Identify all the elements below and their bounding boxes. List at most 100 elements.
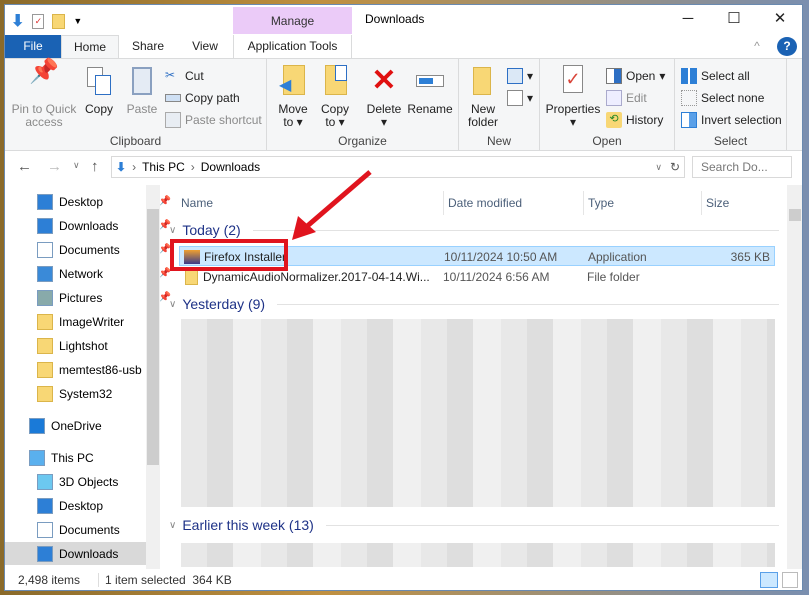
select-all-button[interactable]: Select all xyxy=(681,66,750,86)
nav-item-label: Downloads xyxy=(59,546,119,561)
nav-item-label: Desktop xyxy=(59,498,104,513)
maximize-button[interactable]: ☐ xyxy=(711,5,757,33)
delete-button[interactable]: ✕ Delete ▾ xyxy=(365,65,403,129)
file-row-dynamicaudionormalizer[interactable]: DynamicAudioNormalizer.2017-04-14.Wi... … xyxy=(179,267,775,287)
close-button[interactable]: ✕ xyxy=(757,5,802,33)
history-button[interactable]: ⟲ History xyxy=(606,110,663,130)
nav-item-label: memtest86-usb xyxy=(59,362,142,377)
help-icon[interactable]: ? xyxy=(777,37,797,56)
paste-shortcut-button[interactable]: Paste shortcut xyxy=(165,110,262,130)
nav-item-label: Network xyxy=(59,266,104,281)
clipboard-icon xyxy=(126,65,158,97)
properties-check-icon: ✓ xyxy=(557,65,589,97)
column-header-date[interactable]: Date modified xyxy=(443,191,522,215)
downloads-icon xyxy=(37,217,53,234)
select-none-button[interactable]: Select none xyxy=(681,88,764,108)
file-list: Name Date modified Type Size ∨ Today (2) … xyxy=(165,185,787,569)
group-header-yesterday[interactable]: ∨ Yesterday (9) xyxy=(169,296,779,312)
breadcrumb-downloads[interactable]: Downloads xyxy=(201,160,260,174)
nav-item-label: OneDrive xyxy=(51,418,102,433)
pin-to-quick-access-button[interactable]: 📌 Pin to Quick access xyxy=(9,58,79,129)
customize-dropdown-icon[interactable]: ▼ xyxy=(73,16,82,26)
new-item-button[interactable]: ▾ xyxy=(507,66,533,86)
properties-icon[interactable]: ✓ xyxy=(32,13,45,29)
details-view-icon[interactable] xyxy=(760,572,778,588)
paste-button[interactable]: Paste xyxy=(123,65,161,116)
address-dropdown-icon[interactable]: ∨ xyxy=(655,162,662,173)
easy-access-button[interactable]: ▾ xyxy=(507,88,533,108)
network-icon xyxy=(37,265,53,282)
nav-item-downloads[interactable]: Downloads xyxy=(5,542,146,565)
invert-selection-button[interactable]: Invert selection xyxy=(681,110,782,130)
cut-button[interactable]: ✂ Cut xyxy=(165,66,204,86)
breadcrumb-this-pc[interactable]: This PC xyxy=(142,160,185,174)
desktop-icon xyxy=(37,497,53,514)
easy-access-icon xyxy=(507,90,523,106)
open-button[interactable]: Open ▾ xyxy=(606,66,665,86)
item-count: 2,498 items xyxy=(18,573,81,587)
select-group: Select all Select none Invert selection … xyxy=(675,59,787,151)
new-group: New folder ▾ ▾ New xyxy=(459,59,540,151)
edit-icon xyxy=(606,90,622,106)
file-list-scrollbar[interactable] xyxy=(787,185,802,569)
desktop-icon xyxy=(37,193,53,210)
select-none-icon xyxy=(681,90,697,106)
selection-info: 1 item selected 364 KB xyxy=(98,573,232,587)
column-header-type[interactable]: Type xyxy=(583,191,614,215)
open-group: ✓ Properties ▾ Open ▾ Edit ⟲ History Open xyxy=(540,59,675,151)
pin-icon: 📌 xyxy=(29,58,59,85)
nav-item-label: This PC xyxy=(51,450,94,465)
paste-shortcut-icon xyxy=(165,112,181,128)
collapse-ribbon-icon[interactable]: ^ xyxy=(747,35,767,58)
navigation-pane: Desktop 📌 Downloads 📌 Documents 📌 Network 📌 Pict… xyxy=(5,185,171,569)
this-pc-icon xyxy=(29,449,45,466)
manage-tab[interactable]: Manage xyxy=(233,7,352,34)
address-bar[interactable]: ⬇ › This PC › Downloads ∨ ↻ xyxy=(111,156,685,178)
copy-folder-icon xyxy=(319,65,351,97)
new-folder-icon[interactable] xyxy=(52,13,66,29)
downloads-arrow-icon[interactable]: ⬇ xyxy=(11,11,24,31)
folder-icon xyxy=(467,65,499,97)
quick-access-toolbar: ⬇ ✓ ▼ xyxy=(11,11,82,31)
tab-application-tools[interactable]: Application Tools xyxy=(233,35,352,58)
3d-objects-icon xyxy=(37,473,53,490)
clipboard-group: 📌 Pin to Quick access Copy Paste ✂ Cut Cop… xyxy=(5,59,267,151)
rename-icon xyxy=(414,65,446,97)
group-header-earlier-this-week[interactable]: ∨ Earlier this week (13) xyxy=(169,517,779,533)
tab-view[interactable]: View xyxy=(180,35,230,58)
back-arrow-icon[interactable]: ← xyxy=(17,158,32,175)
tab-share[interactable]: Share xyxy=(123,35,173,58)
scissors-icon: ✂ xyxy=(165,68,176,82)
minimize-button[interactable]: ─ xyxy=(665,5,711,33)
edit-button[interactable]: Edit xyxy=(606,88,647,108)
copy-to-button[interactable]: Copy to ▾ xyxy=(315,65,355,129)
column-header-name[interactable]: Name xyxy=(181,191,213,215)
tab-home[interactable]: Home xyxy=(61,35,119,58)
recent-locations-chevron-icon[interactable]: ∨ xyxy=(73,160,80,171)
group-header-today[interactable]: ∨ Today (2) xyxy=(169,222,779,238)
large-icons-view-icon[interactable] xyxy=(782,572,798,588)
file-row-firefox-installer[interactable]: Firefox Installer 10/11/2024 10:50 AM Ap… xyxy=(179,246,775,266)
up-arrow-icon[interactable]: ↑ xyxy=(91,158,99,175)
search-input[interactable]: Search Do... xyxy=(692,156,792,178)
nav-item-label: System32 xyxy=(59,386,113,401)
copy-button[interactable]: Copy xyxy=(81,65,117,116)
forward-arrow-icon[interactable]: → xyxy=(47,158,62,175)
new-folder-button[interactable]: New folder xyxy=(463,65,503,129)
tab-file[interactable]: File xyxy=(5,35,61,58)
nav-scrollbar[interactable] xyxy=(146,185,160,569)
organize-group: ◀ Move to ▾ Copy to ▾ ✕ Delete ▾ Rename Org… xyxy=(267,59,459,151)
column-header-size[interactable]: Size xyxy=(701,191,729,215)
select-group-label: Select xyxy=(713,134,748,148)
blurred-file-list xyxy=(181,543,775,567)
invert-selection-icon xyxy=(681,112,697,128)
ribbon-tabs: File Home Share View Application Tools ^… xyxy=(5,35,802,58)
properties-button[interactable]: ✓ Properties ▾ xyxy=(544,65,602,129)
move-to-button[interactable]: ◀ Move to ▾ xyxy=(273,65,313,129)
folder-icon xyxy=(37,313,53,330)
refresh-icon[interactable]: ↻ xyxy=(670,160,680,174)
nav-item-label: Pictures xyxy=(59,290,103,305)
copy-path-button[interactable]: Copy path xyxy=(165,88,240,108)
rename-button[interactable]: Rename xyxy=(407,65,453,116)
ribbon: 📌 Pin to Quick access Copy Paste ✂ Cut Cop… xyxy=(5,58,802,151)
